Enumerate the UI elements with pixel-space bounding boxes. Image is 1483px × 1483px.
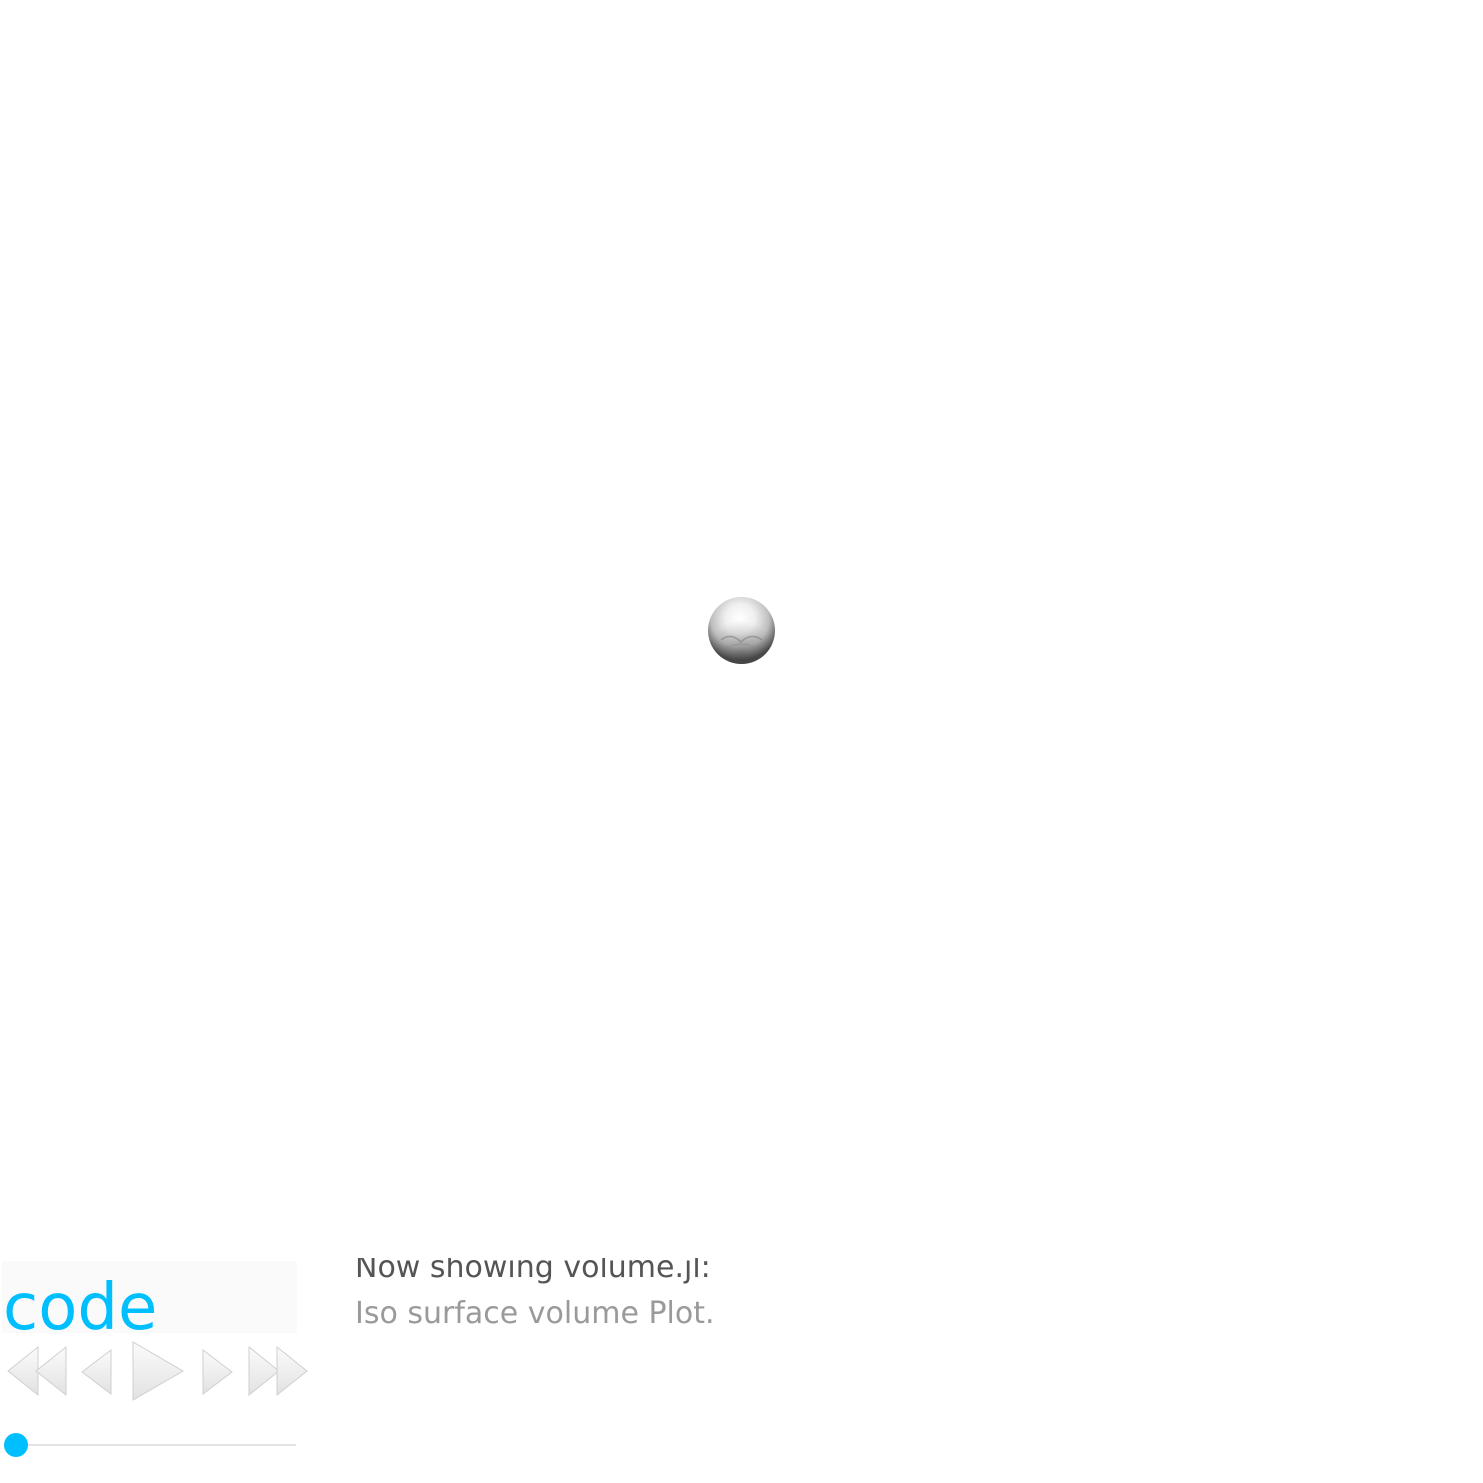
play-icon[interactable]	[130, 1340, 186, 1402]
iso-surface-sphere[interactable]	[707, 596, 776, 665]
3d-viewport[interactable]	[0, 0, 1483, 1250]
example-description: Iso surface volume Plot.	[355, 1296, 715, 1331]
timeline-slider-handle[interactable]	[4, 1433, 28, 1457]
step-back-icon[interactable]	[80, 1348, 114, 1396]
timeline-slider-track[interactable]	[4, 1444, 296, 1446]
rewind-to-start-icon[interactable]	[6, 1345, 68, 1397]
now-showing-label: Now showing volume.jl:	[355, 1250, 711, 1285]
step-forward-icon[interactable]	[200, 1348, 234, 1396]
fast-forward-to-end-icon[interactable]	[247, 1345, 309, 1397]
code-link[interactable]: code	[3, 1268, 157, 1348]
